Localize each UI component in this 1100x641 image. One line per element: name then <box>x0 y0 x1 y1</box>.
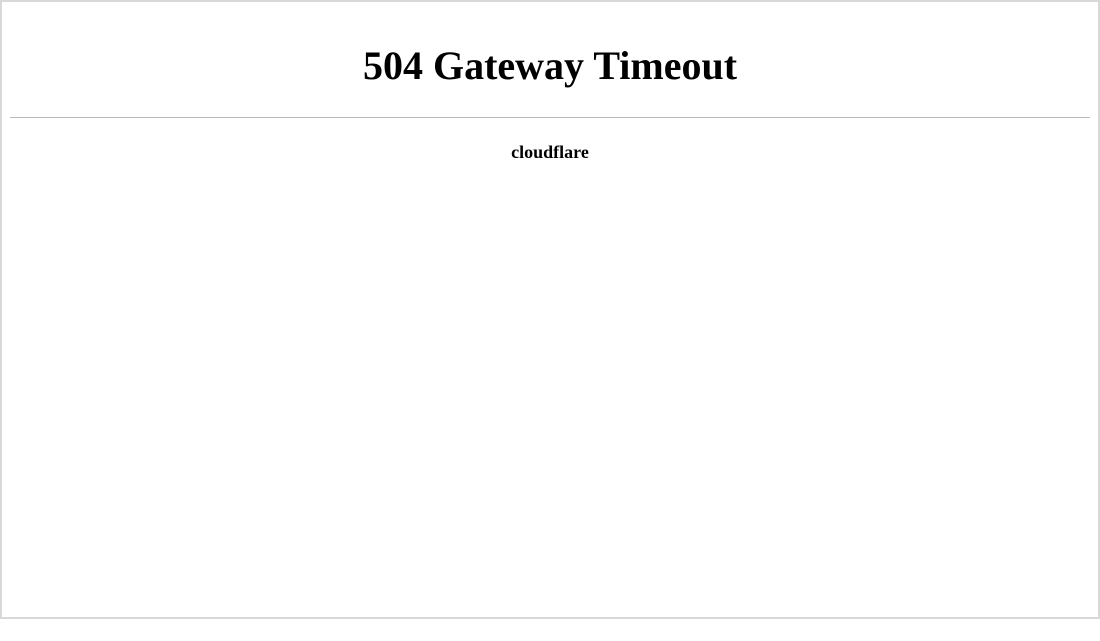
error-page: 504 Gateway Timeout cloudflare <box>10 42 1090 641</box>
provider-label: cloudflare <box>10 142 1090 163</box>
error-heading: 504 Gateway Timeout <box>10 42 1090 89</box>
divider <box>10 117 1090 118</box>
